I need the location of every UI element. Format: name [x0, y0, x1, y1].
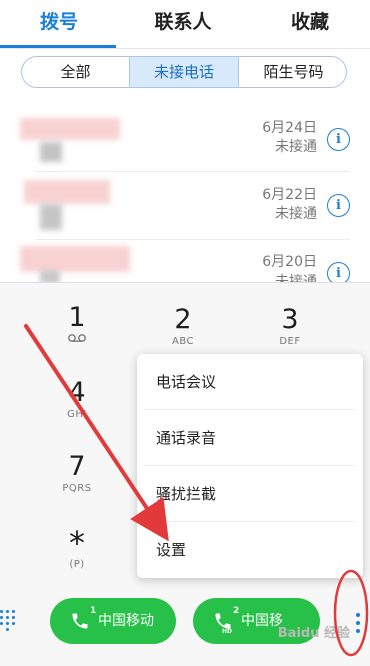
dial-key-star[interactable]: * (P) — [37, 524, 117, 571]
phone-icon — [72, 613, 88, 629]
redacted-contact-detail — [40, 270, 60, 282]
key-letters: (P) — [69, 559, 85, 570]
carrier-label: 中国移动 — [98, 613, 154, 629]
filter-all[interactable]: 全部 — [22, 57, 129, 87]
info-icon[interactable]: i — [327, 194, 350, 217]
dialpad-toggle-icon[interactable] — [0, 610, 18, 631]
key-digit: 1 — [68, 302, 86, 333]
call-date: 6月22日 — [262, 187, 317, 203]
more-options-icon[interactable] — [355, 611, 361, 635]
sim-badge: 1 — [90, 606, 97, 616]
carrier-label: 中国移 — [241, 613, 283, 629]
key-letters: ABC — [171, 336, 194, 347]
filter-missed-calls[interactable]: 未接电话 — [129, 57, 239, 87]
tab-favorites[interactable]: 收藏 — [250, 0, 370, 48]
hd-badge: HD — [222, 628, 233, 635]
top-tab-bar: 拨号 联系人 收藏 — [0, 0, 370, 49]
call-log-row[interactable]: 6月20日 未接通 i — [0, 240, 370, 282]
redacted-contact-name — [20, 246, 130, 272]
call-log-row[interactable]: 6月24日 未接通 i — [0, 104, 370, 172]
tab-contacts[interactable]: 联系人 — [124, 0, 242, 48]
dial-key-7[interactable]: 7 PQRS — [37, 452, 117, 495]
call-sim1-button[interactable]: 1 中国移动 — [50, 598, 176, 644]
menu-item-label: 骚扰拦截 — [156, 485, 217, 503]
redacted-contact-detail — [40, 142, 62, 162]
call-status: 未接通 — [275, 139, 317, 155]
tab-dialer[interactable]: 拨号 — [0, 0, 118, 48]
voicemail-icon — [37, 333, 117, 346]
menu-item-call-recording[interactable]: 通话录音 — [137, 410, 363, 466]
watermark: Baidu 经验 — [277, 626, 350, 641]
menu-item-label: 电话会议 — [156, 373, 217, 391]
dial-key-2[interactable]: 2 ABC — [143, 305, 223, 348]
key-letters: DEF — [279, 336, 301, 347]
key-digit: * — [69, 524, 85, 562]
key-digit: 3 — [281, 304, 299, 335]
filter-unknown-numbers[interactable]: 陌生号码 — [239, 57, 346, 87]
dial-key-3[interactable]: 3 DEF — [250, 305, 330, 348]
overflow-menu: 电话会议 通话录音 骚扰拦截 设置 — [137, 354, 363, 578]
call-filter-segmented-control: 全部 未接电话 陌生号码 — [21, 56, 347, 88]
dial-key-4[interactable]: 4 GHI — [37, 378, 117, 421]
menu-item-settings[interactable]: 设置 — [137, 522, 363, 578]
call-log-list: 6月24日 未接通 i 6月22日 未接通 i 6月20日 未接通 i — [0, 104, 370, 282]
menu-item-label: 设置 — [156, 541, 187, 559]
dial-key-1[interactable]: 1 — [37, 303, 117, 346]
menu-item-harassment-block[interactable]: 骚扰拦截 — [137, 466, 363, 522]
key-digit: 4 — [68, 377, 86, 408]
key-digit: 7 — [68, 451, 86, 482]
call-status: 未接通 — [275, 274, 317, 282]
active-tab-indicator — [0, 45, 116, 48]
sim-badge: 2 — [233, 606, 240, 616]
redacted-contact-detail — [40, 204, 62, 230]
call-status: 未接通 — [275, 206, 317, 222]
call-date: 6月20日 — [262, 254, 317, 270]
info-icon[interactable]: i — [327, 128, 350, 151]
key-letters: PQRS — [62, 483, 92, 494]
menu-item-conference-call[interactable]: 电话会议 — [137, 354, 363, 410]
call-date: 6月24日 — [262, 120, 317, 136]
call-log-row[interactable]: 6月22日 未接通 i — [0, 172, 370, 240]
redacted-contact-name — [20, 118, 120, 140]
info-icon[interactable]: i — [327, 262, 350, 282]
menu-item-label: 通话录音 — [156, 429, 217, 447]
key-letters: GHI — [67, 409, 87, 420]
key-digit: 2 — [174, 304, 192, 335]
redacted-contact-name — [24, 180, 110, 204]
